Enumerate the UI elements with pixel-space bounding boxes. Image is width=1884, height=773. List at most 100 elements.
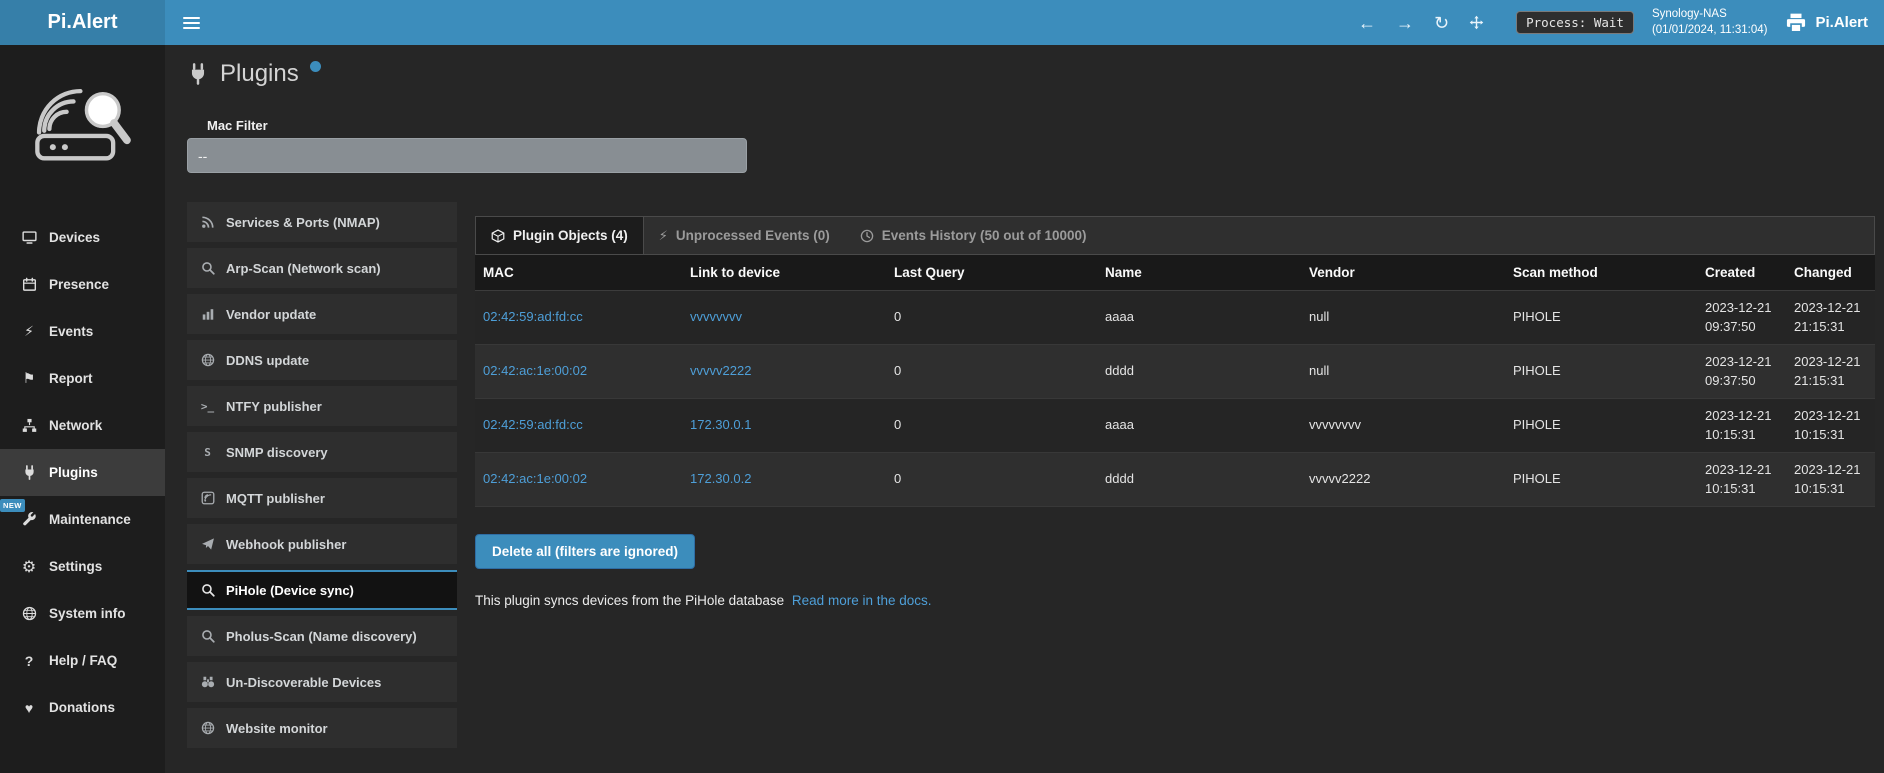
sidebar-item-network[interactable]: Network [0, 402, 165, 449]
globe-icon [199, 721, 216, 735]
plugin-item-undiscoverable-devices[interactable]: Un-Discoverable Devices [187, 662, 457, 702]
events-icon: ⚡ [20, 323, 38, 340]
tab-events-history[interactable]: Events History (50 out of 10000) [845, 217, 1102, 254]
plugin-item-ntfy-publisher[interactable]: >_ NTFY publisher [187, 386, 457, 426]
plugin-item-label: DDNS update [226, 353, 309, 368]
plugin-panel: Plugin Objects (4) ⚡ Unprocessed Events … [475, 216, 1875, 608]
plugin-item-arp-scan[interactable]: Arp-Scan (Network scan) [187, 248, 457, 288]
plugin-item-webhook-publisher[interactable]: Webhook publisher [187, 524, 457, 564]
sidebar-item-label: Plugins [49, 465, 98, 480]
page-title-text: Plugins [220, 60, 299, 88]
name-cell: aaaa [1097, 410, 1301, 441]
device-link[interactable]: 172.30.0.2 [682, 464, 886, 495]
refresh-icon[interactable]: ↻ [1434, 14, 1449, 32]
delete-all-button[interactable]: Delete all (filters are ignored) [475, 534, 695, 569]
plugin-item-website-monitor[interactable]: Website monitor [187, 708, 457, 748]
right-brand: Pi.Alert [1785, 12, 1868, 34]
last-query-cell: 0 [886, 302, 1097, 333]
network-sitemap-icon [20, 418, 38, 433]
bolt-icon: ⚡ [659, 228, 668, 244]
sidebar-item-label: Events [49, 324, 93, 339]
plugin-item-label: SNMP discovery [226, 445, 328, 460]
column-header-mac: MAC [475, 255, 682, 290]
sidebar-item-label: Devices [49, 230, 100, 245]
hamburger-icon [183, 17, 200, 29]
system-info-globe-icon [20, 606, 38, 621]
process-status-badge: Process: Wait [1516, 11, 1634, 34]
move-icon[interactable] [1469, 15, 1484, 30]
scan-method-cell: PIHOLE [1505, 410, 1697, 441]
scan-method-cell: PIHOLE [1505, 302, 1697, 333]
mqtt-icon [199, 491, 216, 505]
created-cell: 2023-12-21 10:15:31 [1697, 401, 1786, 451]
new-badge: NEW [0, 499, 25, 512]
tab-unprocessed-events[interactable]: ⚡ Unprocessed Events (0) [644, 217, 845, 254]
tab-plugin-objects[interactable]: Plugin Objects (4) [476, 217, 644, 254]
device-link[interactable]: vvvvvvvv [682, 302, 886, 333]
plugin-item-label: Webhook publisher [226, 537, 346, 552]
magnifier-icon [199, 261, 216, 275]
printer-icon [1785, 12, 1807, 34]
name-cell: dddd [1097, 356, 1301, 387]
sidebar-toggle-button[interactable] [165, 0, 217, 45]
device-link[interactable]: 172.30.0.1 [682, 410, 886, 441]
sidebar-item-settings[interactable]: ⚙ Settings [0, 543, 165, 590]
plugin-item-label: Un-Discoverable Devices [226, 675, 381, 690]
plugin-item-pholus-scan[interactable]: Pholus-Scan (Name discovery) [187, 616, 457, 656]
sidebar-item-label: Maintenance [49, 512, 131, 527]
column-header-link: Link to device [682, 255, 886, 290]
column-header-created: Created [1697, 255, 1786, 290]
plugin-item-nmap[interactable]: Services & Ports (NMAP) [187, 202, 457, 242]
magnifier-icon [199, 629, 216, 643]
paper-plane-icon [199, 537, 216, 551]
sidebar-item-report[interactable]: ⚑ Report [0, 355, 165, 402]
table-row: 02:42:ac:1e:00:02 vvvvv2222 0 dddd null … [475, 345, 1875, 399]
plugins-info-badge[interactable] [310, 61, 321, 72]
name-cell: dddd [1097, 464, 1301, 495]
plugin-item-pihole[interactable]: PiHole (Device sync) [187, 570, 457, 610]
sidebar-item-maintenance[interactable]: NEW Maintenance [0, 496, 165, 543]
plugin-description: This plugin syncs devices from the PiHol… [475, 593, 1875, 608]
brand-logo[interactable]: Pi.Alert [0, 0, 165, 45]
sidebar-item-help-faq[interactable]: ? Help / FAQ [0, 637, 165, 684]
sidebar: Devices Presence ⚡ Events ⚑ Report Netwo… [0, 45, 165, 773]
main-content: Plugins Mac Filter Services & Ports (NMA… [165, 45, 1884, 773]
mac-link[interactable]: 02:42:ac:1e:00:02 [475, 356, 682, 387]
sidebar-item-label: Settings [49, 559, 102, 574]
back-arrow-icon[interactable]: ← [1358, 14, 1376, 32]
snmp-icon: S [199, 446, 216, 459]
docs-link[interactable]: Read more in the docs. [792, 593, 932, 608]
column-header-last-query: Last Query [886, 255, 1097, 290]
mac-filter-input[interactable] [187, 138, 747, 173]
plugin-item-mqtt-publisher[interactable]: MQTT publisher [187, 478, 457, 518]
tab-bar: Plugin Objects (4) ⚡ Unprocessed Events … [475, 216, 1875, 255]
plugin-item-snmp-discovery[interactable]: S SNMP discovery [187, 432, 457, 472]
sidebar-item-presence[interactable]: Presence [0, 261, 165, 308]
sidebar-item-system-info[interactable]: System info [0, 590, 165, 637]
app-logo [0, 45, 165, 173]
sidebar-item-events[interactable]: ⚡ Events [0, 308, 165, 355]
table-row: 02:42:59:ad:fd:cc 172.30.0.1 0 aaaa vvvv… [475, 399, 1875, 453]
plugin-item-vendor-update[interactable]: Vendor update [187, 294, 457, 334]
forward-arrow-icon[interactable]: → [1396, 14, 1414, 32]
created-cell: 2023-12-21 09:37:50 [1697, 347, 1786, 397]
plugin-item-label: PiHole (Device sync) [226, 583, 354, 598]
sidebar-item-plugins[interactable]: Plugins [0, 449, 165, 496]
mac-link[interactable]: 02:42:59:ad:fd:cc [475, 410, 682, 441]
router-magnifier-logo [27, 73, 139, 173]
host-time: (01/01/2024, 11:31:04) [1652, 23, 1768, 39]
presence-icon [20, 277, 38, 292]
chart-icon [199, 307, 216, 321]
device-link[interactable]: vvvvv2222 [682, 356, 886, 387]
plugin-item-label: Arp-Scan (Network scan) [226, 261, 381, 276]
sidebar-item-label: Help / FAQ [49, 653, 117, 668]
sidebar-item-devices[interactable]: Devices [0, 214, 165, 261]
tab-label: Plugin Objects (4) [513, 228, 628, 243]
mac-link[interactable]: 02:42:59:ad:fd:cc [475, 302, 682, 333]
plugin-item-ddns-update[interactable]: DDNS update [187, 340, 457, 380]
right-brand-label: Pi.Alert [1815, 14, 1868, 31]
sidebar-item-donations[interactable]: ♥ Donations [0, 684, 165, 731]
sidebar-item-label: System info [49, 606, 126, 621]
mac-link[interactable]: 02:42:ac:1e:00:02 [475, 464, 682, 495]
plugin-item-label: Website monitor [226, 721, 328, 736]
